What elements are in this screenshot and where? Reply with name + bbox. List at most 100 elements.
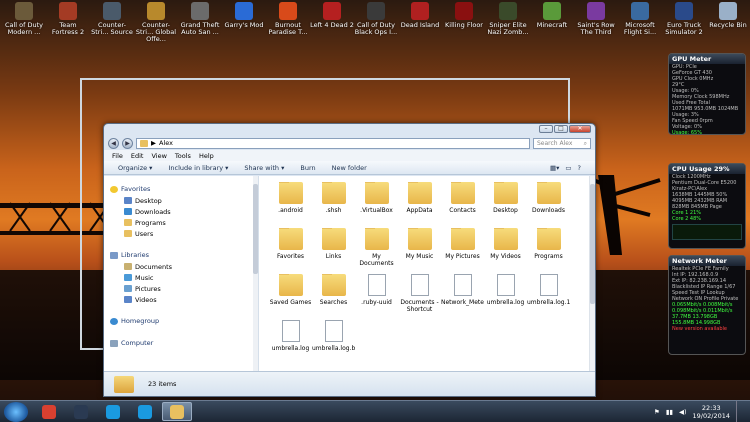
start-button[interactable]	[4, 401, 28, 422]
file-item[interactable]: .ruby-uuid	[355, 274, 398, 316]
menu-view[interactable]: View	[151, 152, 166, 160]
forward-button[interactable]: ▶	[122, 137, 133, 149]
file-item[interactable]: Network_Meter_Data.js	[441, 274, 484, 316]
taskbar-chrome-button[interactable]	[34, 402, 64, 421]
desktop-icon[interactable]: Minecraft	[530, 2, 574, 29]
view-options-icon[interactable]: ▦▾	[550, 164, 559, 172]
file-item[interactable]: Programs	[527, 228, 570, 270]
desktop-icon[interactable]: Sniper Elite Nazi Zomb...	[486, 2, 530, 36]
network-meter-gadget[interactable]: Network Meter Realtek PCIe FE Family Int …	[668, 255, 746, 355]
taskbar-steam-button[interactable]	[66, 402, 96, 421]
desktop-icon[interactable]: Garry's Mod	[222, 2, 266, 29]
desktop-icon[interactable]: Burnout Paradise T...	[266, 2, 310, 36]
flag-icon[interactable]: ⚑	[654, 408, 660, 416]
nav-item-programs[interactable]: Programs	[104, 217, 258, 228]
menu-file[interactable]: File	[112, 152, 123, 160]
window-titlebar[interactable]: – □ ✕	[104, 124, 595, 136]
file-item[interactable]: My Pictures	[441, 228, 484, 270]
preview-pane-icon[interactable]: ▭	[565, 164, 571, 172]
nav-item-downloads[interactable]: Downloads	[104, 206, 258, 217]
search-input[interactable]: Search Alex ⌕	[533, 137, 591, 149]
gpu-meter-gadget[interactable]: GPU Meter GPU: PCIe GeForce GT 430 GPU Clo…	[668, 53, 746, 135]
desktop-icon[interactable]: Team Fortress 2	[46, 2, 90, 36]
network-meter-title: Network Meter	[669, 256, 745, 266]
navpane-scrollbar[interactable]	[253, 176, 258, 371]
maximize-button[interactable]: □	[554, 125, 568, 133]
file-item[interactable]: Contacts	[441, 182, 484, 224]
toolbar-button[interactable]: Burn	[300, 164, 315, 172]
desktop-icon[interactable]: Killing Floor	[442, 2, 486, 29]
file-item[interactable]: Saved Games	[269, 274, 312, 316]
cpu-title-label: CPU Usage	[672, 165, 712, 173]
file-item[interactable]: umbrella.log.1	[527, 274, 570, 316]
homegroup-item[interactable]: Homegroup	[104, 315, 258, 327]
file-item[interactable]: .android	[269, 182, 312, 224]
file-item[interactable]: umbrella.log	[484, 274, 527, 316]
file-item[interactable]: Favorites	[269, 228, 312, 270]
toolbar-button[interactable]: Share with ▾	[244, 164, 284, 172]
clock-time: 22:33	[701, 403, 721, 412]
show-desktop-button[interactable]	[736, 400, 744, 422]
desktop-icon[interactable]: Call of Duty Modern ...	[2, 2, 46, 36]
address-path[interactable]: Alex	[159, 139, 173, 147]
folder-icon	[536, 228, 561, 250]
nav-item-documents[interactable]: Documents	[104, 261, 258, 272]
document-icon	[410, 274, 429, 296]
menu-edit[interactable]: Edit	[131, 152, 144, 160]
desktop-icon[interactable]: Left 4 Dead 2	[310, 2, 354, 29]
nav-item-pictures[interactable]: Pictures	[104, 283, 258, 294]
toolbar-button[interactable]: Include in library ▾	[168, 164, 228, 172]
file-item[interactable]: umbrella.log	[269, 320, 312, 362]
desktop-icon[interactable]: Counter-Stri... Source	[90, 2, 134, 36]
nav-item-desktop[interactable]: Desktop	[104, 195, 258, 206]
minimize-button[interactable]: –	[539, 125, 553, 133]
taskbar-skype-active-button[interactable]	[130, 402, 160, 421]
explorer-window[interactable]: – □ ✕ ◀ ▶ ▶ Alex Search Alex ⌕ File Edit V…	[103, 123, 596, 397]
desktop-icon[interactable]: Grand Theft Auto San ...	[178, 2, 222, 36]
taskbar-skype-button[interactable]	[98, 402, 128, 421]
desktop-icon[interactable]: Euro Truck Simulator 2	[662, 2, 706, 36]
libraries-group[interactable]: Libraries	[104, 249, 258, 261]
help-icon[interactable]: ?	[578, 164, 581, 172]
computer-item[interactable]: Computer	[104, 337, 258, 349]
navigation-pane: Favorites Desktop Downloads Programs Users …	[104, 176, 259, 371]
clock[interactable]: 22:33 19/02/2014	[693, 404, 730, 420]
nav-item-videos[interactable]: Videos	[104, 294, 258, 305]
back-button[interactable]: ◀	[108, 137, 119, 149]
network-icon[interactable]: ▮▮	[666, 408, 673, 416]
file-item[interactable]: My Videos	[484, 228, 527, 270]
desktop-icon[interactable]: Dead Island	[398, 2, 442, 29]
menu-tools[interactable]: Tools	[175, 152, 191, 160]
file-item[interactable]: Links	[312, 228, 355, 270]
file-item[interactable]: Documents - Shortcut	[398, 274, 441, 316]
content-scrollbar[interactable]	[589, 176, 595, 371]
desktop-icon[interactable]: Call of Duty Black Ops I...	[354, 2, 398, 36]
file-item[interactable]: umbrella.log.bak	[312, 320, 355, 362]
file-item[interactable]: AppData	[398, 182, 441, 224]
desktop-icon[interactable]: Microsoft Flight Si...	[618, 2, 662, 36]
favorites-group[interactable]: Favorites	[104, 183, 258, 195]
nav-item-music[interactable]: Music	[104, 272, 258, 283]
folder-icon	[124, 208, 132, 215]
desktop-icon[interactable]: Counter-Stri... Global Offe...	[134, 2, 178, 43]
file-item[interactable]: My Music	[398, 228, 441, 270]
file-item[interactable]: Desktop	[484, 182, 527, 224]
address-bar[interactable]: ▶ Alex	[136, 137, 530, 149]
file-item[interactable]: .shsh	[312, 182, 355, 224]
desktop-icon[interactable]: Recycle Bin	[706, 2, 750, 29]
folder-icon	[364, 228, 389, 250]
file-item[interactable]: Searches	[312, 274, 355, 316]
toolbar-button[interactable]: New folder	[332, 164, 367, 172]
file-item[interactable]: Downloads	[527, 182, 570, 224]
menu-help[interactable]: Help	[199, 152, 214, 160]
close-button[interactable]: ✕	[569, 125, 591, 133]
taskbar-explorer-button[interactable]	[162, 402, 192, 421]
volume-icon[interactable]: ◀)	[679, 408, 687, 416]
desktop-icon[interactable]: Saint's Row The Third	[574, 2, 618, 36]
cpu-usage-gadget[interactable]: CPU Usage 29% Clock 1200MHz Pentium Dual-…	[668, 163, 746, 249]
file-item[interactable]: My Documents	[355, 228, 398, 270]
system-tray: ⚑ ▮▮ ◀) 22:33 19/02/2014	[654, 400, 750, 422]
nav-item-users[interactable]: Users	[104, 228, 258, 239]
file-item[interactable]: .VirtualBox	[355, 182, 398, 224]
toolbar-button[interactable]: Organize ▾	[118, 164, 152, 172]
